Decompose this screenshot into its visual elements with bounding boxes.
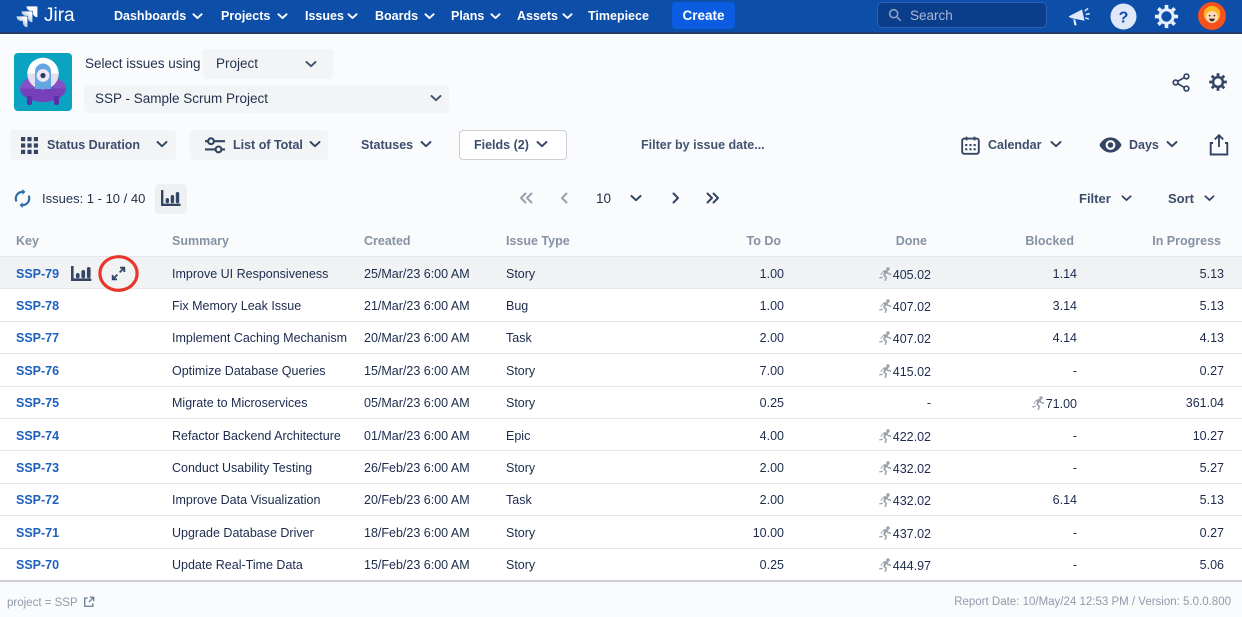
svg-text:?: ? [1119,10,1129,27]
